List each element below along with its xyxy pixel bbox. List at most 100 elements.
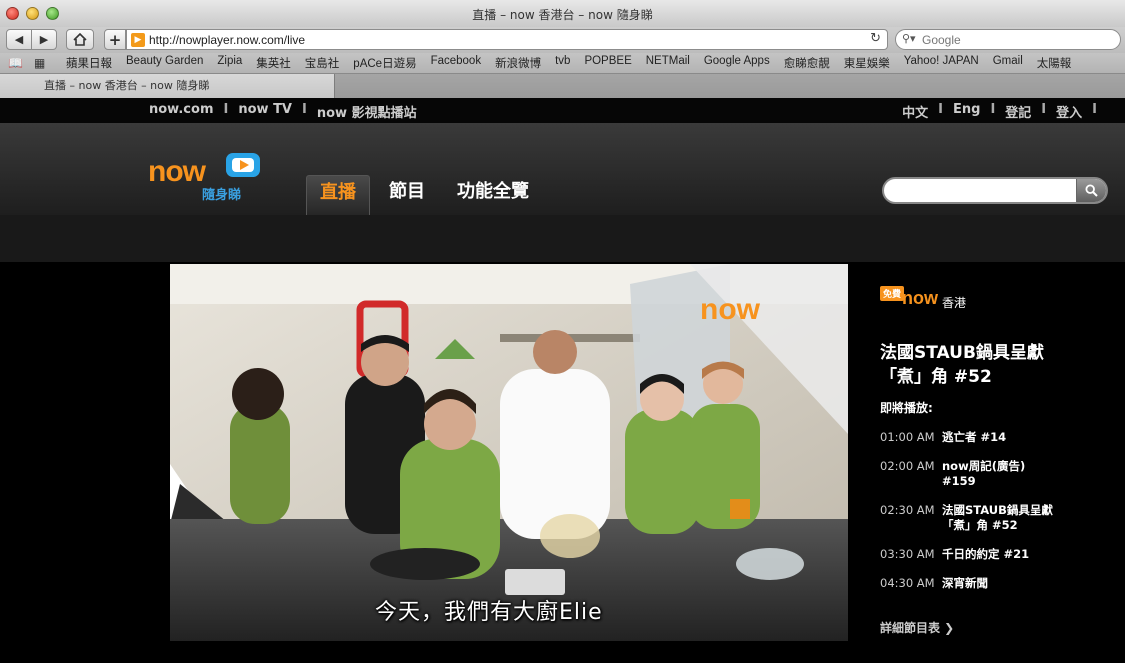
channel-logo-sub: 香港 [942, 296, 967, 310]
bookmark-list: 蘋果日報 Beauty Garden Zipia 集英社 宝島社 pACe日遊易 Faceb… [66, 55, 1085, 71]
search-icon: ⚲▾ [902, 32, 916, 45]
header-sub-bar [0, 215, 1125, 262]
bookmark-item[interactable]: pACe日遊易 [353, 55, 416, 71]
browser-toolbar: ◀ ▶ + ▶ ↻ ⚲▾ [0, 27, 1125, 53]
address-bar[interactable]: ▶ ↻ [126, 29, 888, 50]
site-search-button[interactable] [1076, 179, 1106, 202]
bookmark-item[interactable]: 東星娛樂 [844, 55, 890, 71]
schedule-time: 04:30 AM [880, 576, 935, 590]
bookmark-item[interactable]: tvb [555, 55, 570, 71]
bookmark-item[interactable]: 集英社 [256, 55, 291, 71]
bookmark-item[interactable]: Beauty Garden [126, 55, 203, 71]
schedule-time: 02:00 AM [880, 459, 935, 473]
topnav-link[interactable]: now TV [238, 102, 292, 121]
topnav-link[interactable]: 登入 [1056, 102, 1082, 121]
live-video-player[interactable]: now 今天，我們有大廚Elie [170, 264, 848, 641]
topnav-right-links: 中文 I Eng I 登記 I 登入 I [902, 102, 1107, 121]
nav-separator: I [990, 102, 996, 117]
add-bookmark-button[interactable]: + [104, 29, 126, 50]
schedule-show[interactable]: now周記(廣告) #159 [942, 459, 1062, 489]
back-arrow-icon: ◀ [14, 33, 24, 46]
browser-search-box[interactable]: ⚲▾ [895, 29, 1121, 50]
bookmark-item[interactable]: 蘋果日報 [66, 55, 112, 71]
website: now.com Inow TV Inow 影視點播站 中文 I Eng I 登記 I 登入 I n… [0, 98, 1125, 663]
channel-sidebar: 免費 now 香港 法國STAUB鍋具呈獻「煮」角 #52 即將播放: 01:0… [880, 282, 1110, 636]
main-nav-tab[interactable]: 節目 [376, 175, 438, 215]
url-input[interactable] [149, 31, 849, 49]
home-icon [73, 33, 87, 46]
browser-search-input[interactable] [922, 31, 1112, 49]
topnav-link[interactable]: now 影視點播站 [317, 102, 417, 121]
logo-subtitle: 隨身睇 [202, 188, 242, 203]
free-badge: 免費 [880, 286, 905, 301]
now-playing-title: 法國STAUB鍋具呈獻「煮」角 #52 [880, 343, 1044, 387]
channel-logo: now [902, 288, 938, 308]
tab-strip: 直播 – now 香港台 – now 隨身睇 [0, 74, 1125, 98]
bookmark-item[interactable]: 愈睇愈靚 [784, 55, 830, 71]
browser-tab-active[interactable]: 直播 – now 香港台 – now 隨身睇 [0, 74, 335, 98]
top-sites-grid-icon[interactable]: ▦ [34, 56, 54, 70]
bookmark-item[interactable]: Yahoo! JAPAN [904, 55, 979, 71]
logo-wordmark: now [148, 155, 206, 188]
forward-button[interactable]: ▶ [31, 29, 57, 50]
video-frame-image: now [170, 264, 848, 641]
main-nav-tab[interactable]: 直播 [306, 175, 370, 215]
schedule-show[interactable]: 逃亡者 #14 [942, 430, 1062, 445]
nav-separator: I [1041, 102, 1047, 117]
forward-arrow-icon: ▶ [39, 33, 49, 46]
full-schedule-link[interactable]: 詳細節目表 ❯ [880, 619, 1110, 636]
schedule-show[interactable]: 法國STAUB鍋具呈獻「煮」角 #52 [942, 503, 1062, 533]
top-utility-nav: now.com Inow TV Inow 影視點播站 中文 I Eng I 登記 I 登入 I [0, 98, 1125, 123]
up-next-label: 即將播放: [880, 401, 933, 415]
bookmarks-bar: 📖 ▦ 蘋果日報 Beauty Garden Zipia 集英社 宝島社 pACe日遊易 F… [0, 53, 1125, 74]
back-button[interactable]: ◀ [6, 29, 32, 50]
bookmark-item[interactable]: 太陽報 [1037, 55, 1072, 71]
schedule-row: 03:30 AM 千日的約定 #21 [880, 547, 1110, 562]
topnav-link[interactable]: 登記 [1005, 102, 1031, 121]
bookmark-item[interactable]: POPBEE [584, 55, 631, 71]
nav-separator: I [938, 102, 943, 117]
search-icon [1085, 184, 1098, 197]
window-titlebar: 直播 – now 香港台 – now 隨身睇 [0, 0, 1125, 27]
now-player-logo[interactable]: now 隨身睇 [147, 148, 267, 204]
topnav-link[interactable]: now.com [149, 102, 214, 121]
schedule-row: 02:00 AM now周記(廣告) #159 [880, 459, 1110, 489]
schedule-list: 01:00 AM 逃亡者 #14 02:00 AM now周記(廣告) #159 02:… [880, 430, 1110, 591]
bookmark-item[interactable]: NETMail [646, 55, 690, 71]
video-watermark: now [700, 293, 761, 326]
reload-icon[interactable]: ↻ [870, 31, 881, 46]
reading-list-icon[interactable]: 📖 [8, 56, 28, 70]
schedule-row: 02:30 AM 法國STAUB鍋具呈獻「煮」角 #52 [880, 503, 1110, 533]
main-nav-tab[interactable]: 功能全覽 [444, 175, 542, 215]
bookmark-item[interactable]: Facebook [431, 55, 482, 71]
schedule-time: 01:00 AM [880, 430, 935, 444]
schedule-row: 04:30 AM 深宵新聞 [880, 576, 1110, 591]
schedule-time: 03:30 AM [880, 547, 935, 561]
nav-separator: I [302, 102, 307, 117]
window-title: 直播 – now 香港台 – now 隨身睇 [472, 8, 653, 22]
plus-icon: + [108, 30, 122, 49]
topnav-link[interactable]: Eng [953, 102, 980, 121]
bookmark-item[interactable]: Gmail [993, 55, 1023, 71]
schedule-time: 02:30 AM [880, 503, 935, 517]
site-favicon-icon: ▶ [131, 33, 145, 47]
schedule-show[interactable]: 千日的約定 #21 [942, 547, 1062, 562]
logo-play-badge-icon [226, 153, 260, 177]
bookmark-item[interactable]: 宝島社 [305, 55, 340, 71]
nav-separator: I [1092, 102, 1097, 117]
topnav-link[interactable]: 中文 [902, 102, 928, 121]
site-search-box[interactable] [882, 177, 1108, 204]
site-header: now 隨身睇 直播 節目 功能全覽 [0, 123, 1125, 215]
bookmark-item[interactable]: 新浪微博 [495, 55, 541, 71]
bookmark-item[interactable]: Google Apps [704, 55, 770, 71]
main-nav: 直播 節目 功能全覽 [306, 175, 548, 215]
schedule-row: 01:00 AM 逃亡者 #14 [880, 430, 1110, 445]
video-subtitle: 今天，我們有大廚Elie [375, 600, 603, 625]
site-search-input[interactable] [892, 182, 1077, 200]
bookmark-item[interactable]: Zipia [217, 55, 242, 71]
schedule-show[interactable]: 深宵新聞 [942, 576, 1062, 591]
browser-chrome: 直播 – now 香港台 – now 隨身睇 ◀ ▶ + ▶ ↻ ⚲▾ 📖 ▦ … [0, 0, 1125, 98]
home-button[interactable] [66, 29, 94, 50]
nav-separator: I [223, 102, 229, 117]
topnav-left-links: now.com Inow TV Inow 影視點播站 [149, 102, 417, 121]
